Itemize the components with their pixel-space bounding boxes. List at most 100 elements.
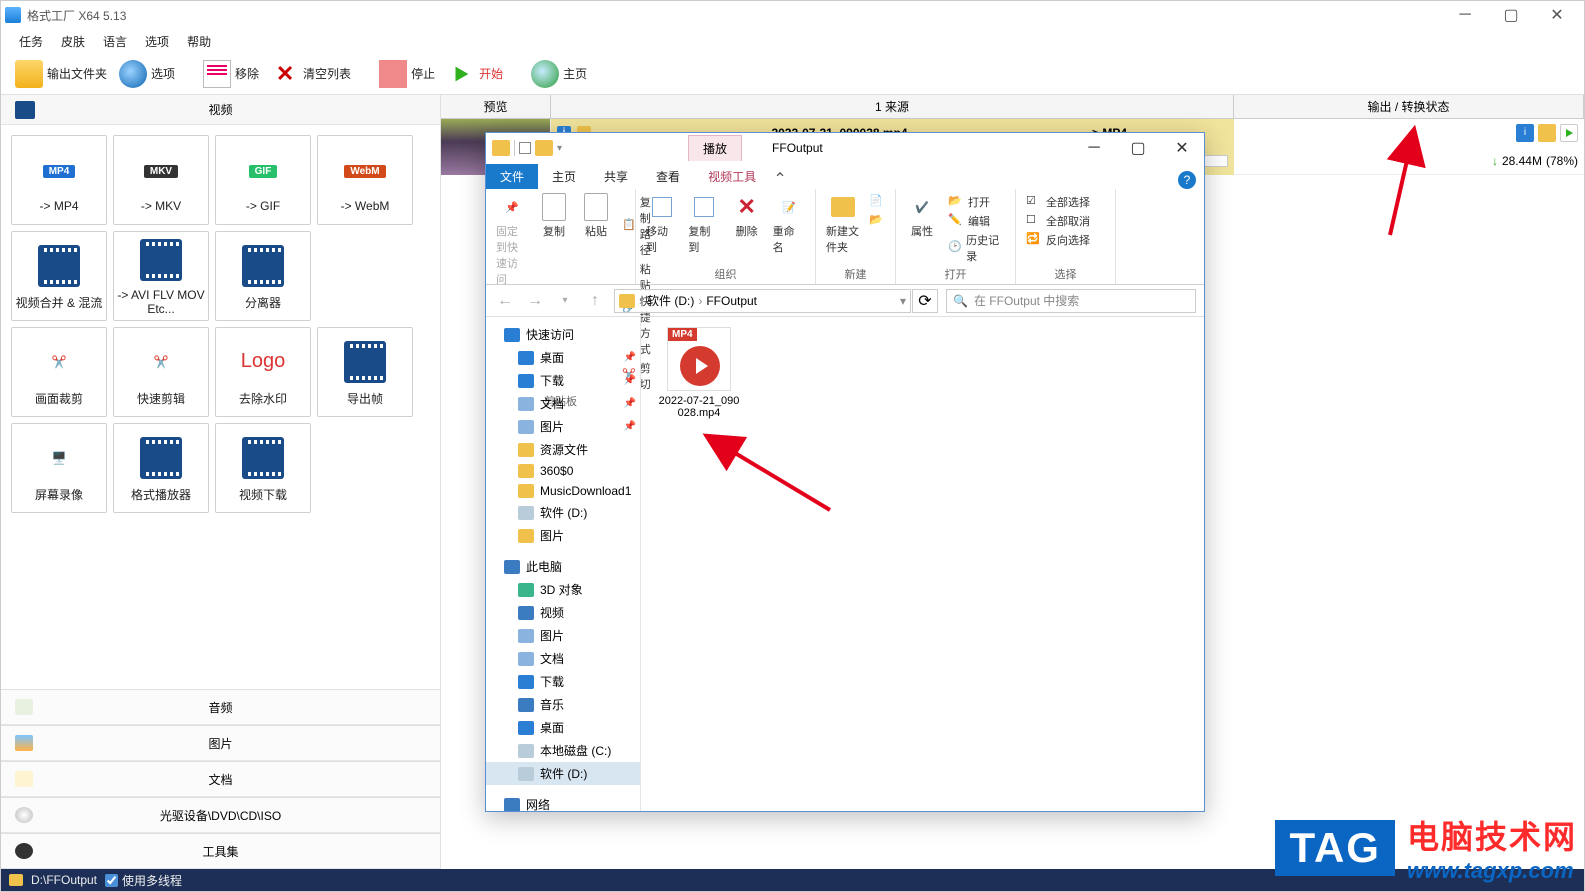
folder-icon[interactable] bbox=[492, 140, 510, 156]
new-folder-button[interactable]: 新建文件夹 bbox=[822, 191, 863, 266]
nav-drive-d[interactable]: 软件 (D:) bbox=[486, 501, 640, 524]
tab-file[interactable]: 文件 bbox=[486, 164, 538, 189]
tool-merge[interactable]: 视频合并 & 混流 bbox=[11, 231, 107, 321]
nav-local-c[interactable]: 本地磁盘 (C:) bbox=[486, 739, 640, 762]
select-none-button[interactable]: ☐全部取消 bbox=[1022, 212, 1094, 230]
delete-button[interactable]: ✕删除 bbox=[727, 191, 767, 266]
nav-documents2[interactable]: 文档 bbox=[486, 647, 640, 670]
nav-quick-access[interactable]: 快速访问 bbox=[486, 323, 640, 346]
tool-webm[interactable]: WebM -> WebM bbox=[317, 135, 413, 225]
stop-button[interactable]: 停止 bbox=[375, 58, 439, 90]
image-category[interactable]: 图片 bbox=[1, 725, 440, 761]
maximize-button[interactable]: ▢ bbox=[1116, 134, 1160, 162]
nav-network[interactable]: 网络 bbox=[486, 793, 640, 811]
copy-to-button[interactable]: 复制到 bbox=[684, 191, 724, 266]
file-mp4[interactable]: MP4 2022-07-21_090 028.mp4 bbox=[651, 327, 747, 419]
folder-icon[interactable] bbox=[9, 874, 23, 886]
nav-musicdl[interactable]: MusicDownload1 bbox=[486, 481, 640, 501]
maximize-button[interactable]: ▢ bbox=[1488, 1, 1534, 29]
close-button[interactable]: ✕ bbox=[1160, 134, 1204, 162]
nav-downloads2[interactable]: 下载 bbox=[486, 670, 640, 693]
qat-button[interactable] bbox=[519, 142, 531, 154]
video-category-header[interactable]: 视频 bbox=[1, 95, 440, 125]
clear-button[interactable]: ✕ 清空列表 bbox=[267, 58, 355, 90]
select-all-button[interactable]: ☑全部选择 bbox=[1022, 193, 1094, 211]
tool-download[interactable]: 视频下载 bbox=[215, 423, 311, 513]
tool-player[interactable]: 格式播放器 bbox=[113, 423, 209, 513]
options-button[interactable]: 选项 bbox=[115, 58, 179, 90]
tools-category[interactable]: 工具集 bbox=[1, 833, 440, 869]
menu-help[interactable]: 帮助 bbox=[179, 31, 219, 52]
properties-button[interactable]: ✔️属性 bbox=[902, 191, 942, 266]
menu-skin[interactable]: 皮肤 bbox=[53, 31, 93, 52]
tool-export-frames[interactable]: 导出帧 bbox=[317, 327, 413, 417]
crumb-folder[interactable]: FFOutput bbox=[706, 294, 757, 308]
up-button[interactable]: ↑ bbox=[584, 290, 606, 312]
edit-button[interactable]: ✏️编辑 bbox=[944, 212, 1009, 230]
close-button[interactable]: ✕ bbox=[1534, 1, 1580, 29]
home-button[interactable]: 主页 bbox=[527, 58, 591, 90]
output-folder-button[interactable]: 输出文件夹 bbox=[11, 58, 111, 90]
file-area[interactable]: MP4 2022-07-21_090 028.mp4 bbox=[641, 317, 1204, 811]
info-icon[interactable]: i bbox=[1516, 124, 1534, 142]
tool-crop[interactable]: ✂️ 画面裁剪 bbox=[11, 327, 107, 417]
multithread-toggle[interactable]: 使用多线程 bbox=[105, 872, 182, 889]
tool-quickcut[interactable]: ✂️ 快速剪辑 bbox=[113, 327, 209, 417]
tool-gif[interactable]: GIF -> GIF bbox=[215, 135, 311, 225]
tool-mp4[interactable]: MP4 -> MP4 bbox=[11, 135, 107, 225]
back-button[interactable]: ← bbox=[494, 290, 516, 312]
help-icon[interactable]: ? bbox=[1178, 171, 1196, 189]
easy-access-button[interactable]: 📂 bbox=[865, 212, 889, 230]
nav-360[interactable]: 360$0 bbox=[486, 461, 640, 481]
contextual-tab[interactable]: 播放 bbox=[688, 135, 742, 161]
nav-pictures[interactable]: 图片📌 bbox=[486, 415, 640, 438]
tool-mkv[interactable]: MKV -> MKV bbox=[113, 135, 209, 225]
forward-button[interactable]: → bbox=[524, 290, 546, 312]
search-input[interactable]: 🔍 在 FFOutput 中搜索 bbox=[946, 289, 1196, 313]
tool-screenrec[interactable]: 🖥️ 屏幕录像 bbox=[11, 423, 107, 513]
move-to-button[interactable]: 移动到 bbox=[642, 191, 682, 266]
invert-button[interactable]: 🔁反向选择 bbox=[1022, 231, 1094, 249]
rename-button[interactable]: 📝重命名 bbox=[769, 191, 809, 266]
tool-avi[interactable]: -> AVI FLV MOV Etc... bbox=[113, 231, 209, 321]
nav-resources[interactable]: 资源文件 bbox=[486, 438, 640, 461]
tool-watermark[interactable]: Logo 去除水印 bbox=[215, 327, 311, 417]
recent-button[interactable]: ▾ bbox=[554, 290, 576, 312]
nav-drive-d2[interactable]: 软件 (D:) bbox=[486, 762, 640, 785]
disc-category[interactable]: 光驱设备\DVD\CD\ISO bbox=[1, 797, 440, 833]
open-button[interactable]: 📂打开 bbox=[944, 193, 1009, 211]
remove-button[interactable]: 移除 bbox=[199, 58, 263, 90]
tool-split[interactable]: 分离器 bbox=[215, 231, 311, 321]
start-button[interactable]: 开始 bbox=[443, 58, 507, 90]
play-file-icon[interactable] bbox=[1560, 124, 1578, 142]
nav-videos[interactable]: 视频 bbox=[486, 601, 640, 624]
tab-home[interactable]: 主页 bbox=[538, 164, 590, 189]
audio-category[interactable]: 音频 bbox=[1, 689, 440, 725]
nav-this-pc[interactable]: 此电脑 bbox=[486, 555, 640, 578]
minimize-button[interactable]: ─ bbox=[1442, 1, 1488, 29]
menu-task[interactable]: 任务 bbox=[11, 31, 51, 52]
nav-documents[interactable]: 文档📌 bbox=[486, 392, 640, 415]
nav-pictures3[interactable]: 图片 bbox=[486, 624, 640, 647]
nav-desktop2[interactable]: 桌面 bbox=[486, 716, 640, 739]
folder-icon[interactable] bbox=[535, 140, 553, 156]
minimize-button[interactable]: ─ bbox=[1072, 134, 1116, 162]
nav-desktop[interactable]: 桌面📌 bbox=[486, 346, 640, 369]
document-category[interactable]: 文档 bbox=[1, 761, 440, 797]
nav-music[interactable]: 音乐 bbox=[486, 693, 640, 716]
tab-view[interactable]: 查看 bbox=[642, 164, 694, 189]
tab-video-tools[interactable]: 视频工具 bbox=[694, 164, 770, 189]
open-folder-icon[interactable] bbox=[1538, 124, 1556, 142]
multithread-checkbox[interactable] bbox=[105, 874, 118, 887]
nav-downloads[interactable]: 下载📌 bbox=[486, 369, 640, 392]
crumb-drive[interactable]: 软件 (D:) bbox=[647, 292, 694, 309]
new-item-button[interactable]: 📄 bbox=[865, 193, 889, 211]
breadcrumb[interactable]: › 软件 (D:) › FFOutput ▾ bbox=[614, 289, 911, 313]
tab-share[interactable]: 共享 bbox=[590, 164, 642, 189]
nav-3d[interactable]: 3D 对象 bbox=[486, 578, 640, 601]
menu-options[interactable]: 选项 bbox=[137, 31, 177, 52]
nav-pictures2[interactable]: 图片 bbox=[486, 524, 640, 547]
collapse-ribbon-icon[interactable]: ⌃ bbox=[770, 169, 790, 189]
menu-language[interactable]: 语言 bbox=[95, 31, 135, 52]
refresh-button[interactable]: ⟳ bbox=[912, 289, 938, 313]
